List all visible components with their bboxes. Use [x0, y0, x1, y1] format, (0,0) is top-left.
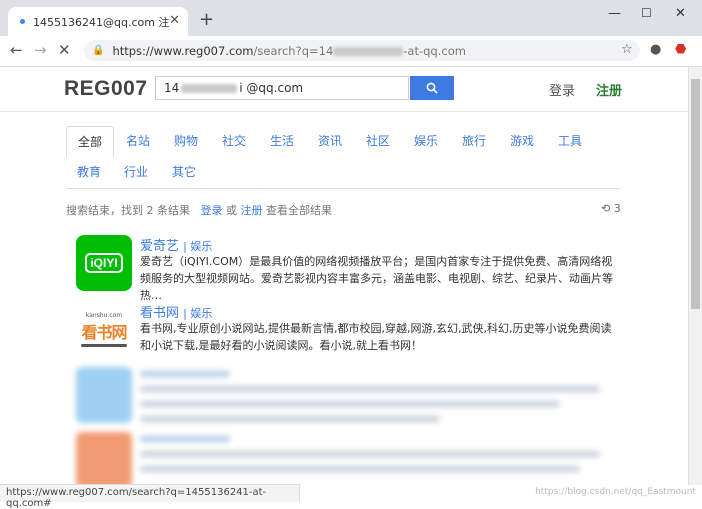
tab-shopping[interactable]: 购物 [162, 126, 210, 156]
tab-famous[interactable]: 名站 [114, 126, 162, 156]
account-icon[interactable]: ● [650, 42, 661, 57]
address-bar-row: ← → ✕ 🔒 https://www.reg007.com/search?q=… [0, 36, 702, 67]
result-title[interactable]: 看书网 | 娱乐 [140, 302, 212, 321]
search-button[interactable] [410, 76, 454, 100]
loading-icon [20, 19, 25, 24]
history-counter[interactable]: ⟲ 3 [601, 202, 621, 215]
result-summary: 搜索结束，找到 2 条结果 登录 或 注册 查看全部结果 [66, 204, 332, 217]
close-tab-icon[interactable]: ✕ [169, 13, 180, 28]
maximize-button[interactable]: ☐ [641, 6, 652, 20]
plus-icon[interactable]: + [199, 9, 214, 30]
back-icon[interactable]: ← [10, 41, 23, 59]
browser-tab[interactable]: 1455136241@qq.com 注册过的 ✕ [8, 7, 188, 36]
tab-education[interactable]: 教育 [66, 157, 112, 187]
lock-icon: 🔒 [92, 45, 105, 56]
close-window-button[interactable]: ✕ [675, 6, 686, 21]
address-bar[interactable]: 🔒 https://www.reg007.com/search?q=14 -at-… [84, 40, 640, 61]
tab-entertainment[interactable]: 娱乐 [402, 126, 450, 156]
tab-tools[interactable]: 工具 [546, 126, 594, 156]
blurred-logo [76, 367, 132, 423]
register-link[interactable]: 注册 [596, 80, 622, 99]
login-link-inline[interactable]: 登录 [201, 204, 223, 217]
result-description: 看书网,专业原创小说网站,提供最新言情,都市校园,穿越,网游,玄幻,武侠,科幻,… [140, 322, 612, 352]
minimize-button[interactable]: — [608, 6, 621, 21]
result-title[interactable]: 爱奇艺 | 娱乐 [140, 235, 212, 254]
tab-games[interactable]: 游戏 [498, 126, 546, 156]
blurred-logo [76, 432, 132, 485]
register-link-inline[interactable]: 注册 [241, 204, 263, 217]
extension-icon[interactable]: ⬣ [675, 42, 686, 57]
tab-community[interactable]: 社区 [354, 126, 402, 156]
tab-life[interactable]: 生活 [258, 126, 306, 156]
star-icon[interactable]: ☆ [621, 42, 633, 57]
forward-icon[interactable]: → [34, 41, 47, 59]
tab-title: 1455136241@qq.com 注册过的 [33, 15, 169, 29]
site-logo[interactable]: REG007 [64, 77, 148, 101]
tab-social[interactable]: 社交 [210, 126, 258, 156]
category-row-2: 教育 行业 其它 [66, 157, 208, 187]
stop-icon[interactable]: ✕ [58, 41, 71, 59]
kanshu-logo: kanshu.com 看书网 [76, 302, 132, 358]
watermark: https://blog.csdn.net/qq_Eastmount [535, 487, 696, 497]
site-header: REG007 14 i @qq.com 登录 注册 [0, 67, 688, 112]
tab-all[interactable]: 全部 [66, 126, 114, 158]
tab-other[interactable]: 其它 [160, 157, 208, 187]
history-icon: ⟲ [601, 202, 611, 215]
category-tabs: 全部 名站 购物 社交 生活 资讯 社区 娱乐 旅行 游戏 工具 教育 行业 其… [66, 126, 620, 186]
scrollbar[interactable] [688, 67, 702, 485]
divider [66, 188, 620, 189]
iqiyi-logo: iQIYI [76, 235, 132, 291]
scrollbar-thumb[interactable] [691, 79, 700, 309]
tab-news[interactable]: 资讯 [306, 126, 354, 156]
status-bar: https://www.reg007.com/search?q=14551362… [0, 484, 300, 509]
search-icon [426, 82, 438, 94]
search-input[interactable]: 14 i @qq.com [155, 76, 409, 100]
login-link[interactable]: 登录 [549, 80, 575, 99]
page-content: REG007 14 i @qq.com 登录 注册 全部 名站 购物 社交 生活 … [0, 67, 688, 485]
result-description: 爱奇艺（iQIYI.COM）是最具价值的网络视频播放平台；是国内首家专注于提供免… [140, 255, 613, 302]
tab-industry[interactable]: 行业 [112, 157, 160, 187]
url-text: https://www.reg007.com/search?q=14 -at-qq… [112, 43, 466, 58]
category-row-1: 全部 名站 购物 社交 生活 资讯 社区 娱乐 旅行 游戏 工具 [66, 126, 594, 158]
tab-travel[interactable]: 旅行 [450, 126, 498, 156]
browser-tab-strip: 1455136241@qq.com 注册过的 ✕ + — ☐ ✕ [0, 0, 702, 36]
